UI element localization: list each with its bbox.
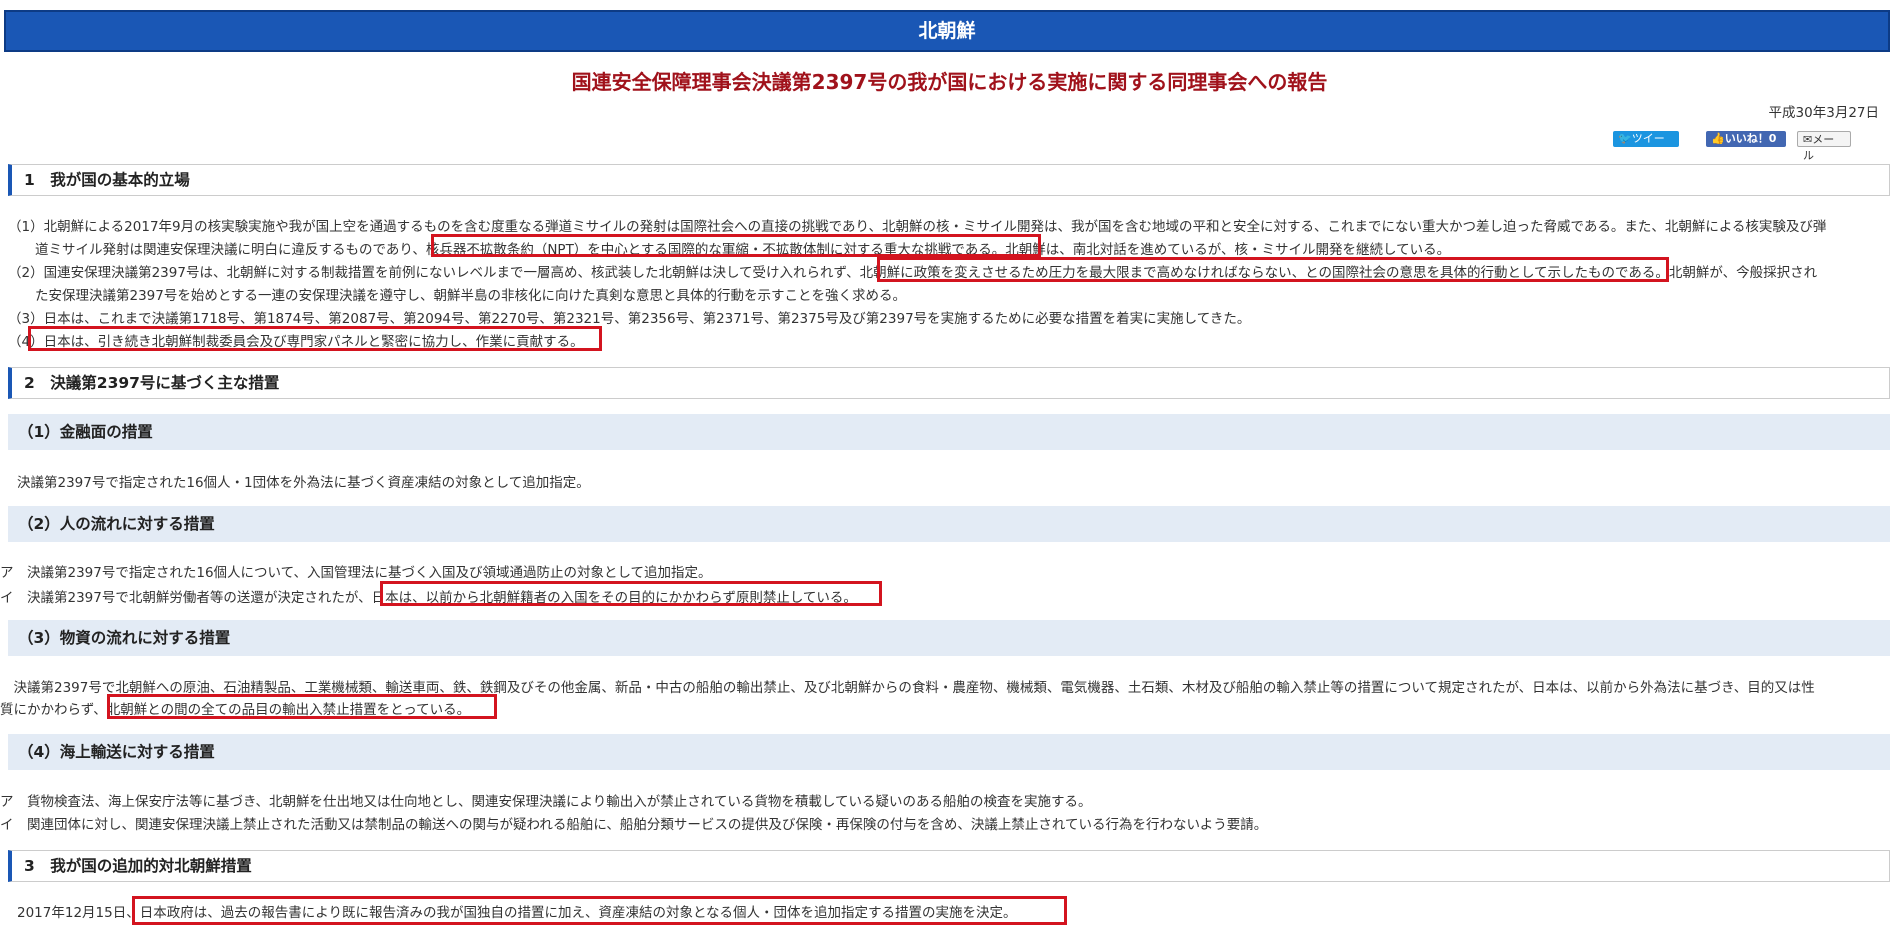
highlight-box xyxy=(132,896,1067,925)
report-date: 平成30年3月27日 xyxy=(1768,105,1879,121)
page-header-title: 北朝鮮 xyxy=(918,20,976,42)
paragraph-line: ア 貨物検査法、海上保安庁法等に基づき、北朝鮮を仕出地又は仕向地とし、関連安保理… xyxy=(0,794,1092,810)
highlight-box xyxy=(431,234,1041,257)
subsection-heading-goods: （3）物資の流れに対する措置 xyxy=(8,620,1890,656)
highlight-box xyxy=(107,694,497,719)
section-heading-additional-measures: 3 我が国の追加的対北朝鮮措置 xyxy=(8,850,1890,882)
paragraph-line: た安保理決議第2397号を始めとする一連の安保理決議を遵守し、朝鮮半島の非核化に… xyxy=(8,288,906,304)
paragraph-line: （3）日本は、これまで決議第1718号、第1874号、第2087号、第2094号… xyxy=(8,311,1251,327)
paragraph-line: ア 決議第2397号で指定された16個人について、入国管理法に基づく入国及び領域… xyxy=(0,565,712,581)
highlight-box xyxy=(28,326,602,351)
paragraph-line: 決議第2397号で北朝鮮への原油、石油精製品、工業機械類、輸送車両、鉄、鉄鋼及び… xyxy=(0,680,1815,696)
section-heading-measures: 2 決議第2397号に基づく主な措置 xyxy=(8,367,1890,399)
section-heading-basic-position: 1 我が国の基本的立場 xyxy=(8,164,1890,196)
page-header-bar: 北朝鮮 xyxy=(4,10,1890,52)
subsection-heading-people: （2）人の流れに対する措置 xyxy=(8,506,1890,542)
tweet-button[interactable]: 🐦ツイート xyxy=(1613,131,1679,161)
report-title: 国連安全保障理事会決議第2397号の我が国における実施に関する同理事会への報告 xyxy=(571,70,1328,94)
paragraph-line: 決議第2397号で指定された16個人・1団体を外為法に基づく資産凍結の対象として… xyxy=(17,475,590,491)
highlight-box xyxy=(877,257,1669,282)
thumbs-up-icon: 👍 xyxy=(1711,132,1725,145)
subsection-heading-maritime: （4）海上輸送に対する措置 xyxy=(8,734,1890,770)
paragraph-line: （1）北朝鮮による2017年9月の核実験実施や我が国上空を通過するものを含む度重… xyxy=(8,219,1827,235)
facebook-like-button[interactable]: 👍いいね！0 xyxy=(1706,131,1786,147)
mail-button[interactable]: ✉メール xyxy=(1797,131,1851,162)
mail-icon: ✉ xyxy=(1803,133,1813,146)
subsection-heading-financial: （1）金融面の措置 xyxy=(8,414,1890,450)
twitter-bird-icon: 🐦 xyxy=(1618,132,1632,145)
highlight-box xyxy=(380,581,882,606)
paragraph-line: イ 関連団体に対し、関連安保理決議上禁止された活動又は禁制品の輸送への関与が疑わ… xyxy=(0,817,1268,833)
